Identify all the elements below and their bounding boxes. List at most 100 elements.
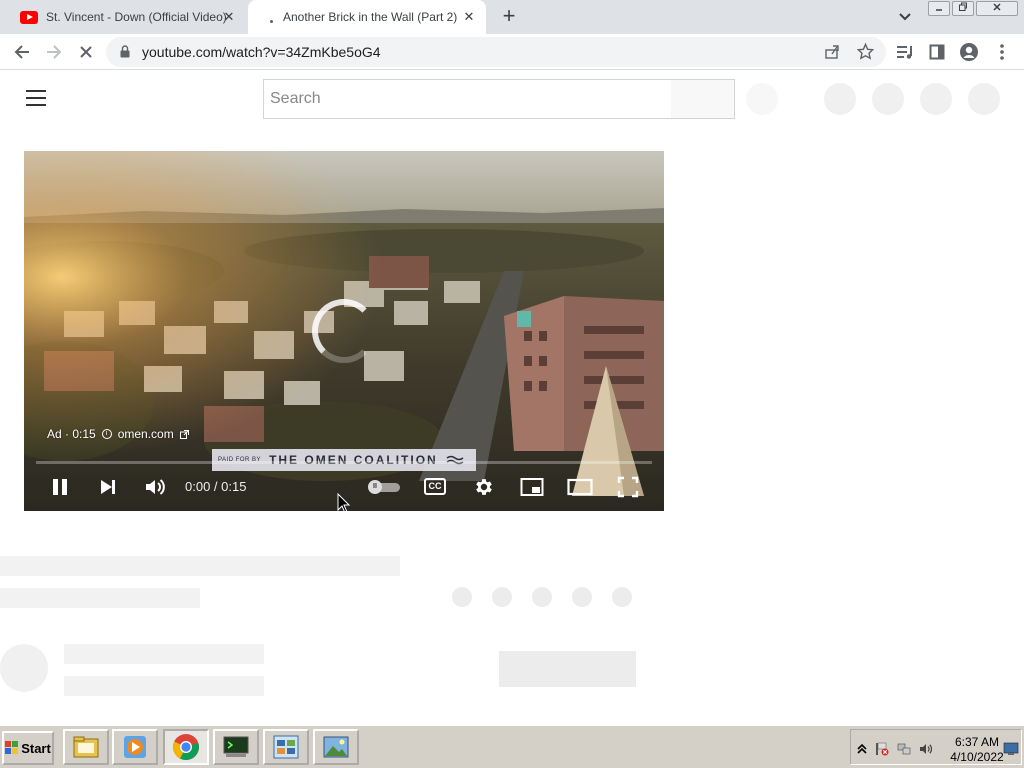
window-close-button[interactable]: [976, 1, 1018, 16]
gear-icon: [476, 479, 492, 495]
back-button[interactable]: [12, 42, 32, 62]
network-computers-icon[interactable]: [897, 742, 911, 756]
action-placeholder-5: [612, 587, 632, 607]
show-desktop-icon[interactable]: [1003, 742, 1019, 756]
side-panel-icon: [929, 44, 945, 60]
masthead-placeholder-2: [872, 83, 904, 115]
close-icon: [80, 46, 92, 58]
taskbar-control-panel[interactable]: [263, 729, 309, 765]
share-icon[interactable]: [824, 44, 840, 60]
close-tab-icon[interactable]: ✕: [222, 10, 236, 24]
tab-another-brick[interactable]: Another Brick in the Wall (Part 2) ✕: [248, 0, 486, 34]
side-panel-button[interactable]: [927, 42, 947, 62]
ad-info-icon[interactable]: i: [101, 429, 112, 439]
time-display: 0:00 / 0:15: [185, 479, 247, 494]
autoplay-toggle[interactable]: II: [368, 480, 400, 494]
tab-title: St. Vincent - Down (Official Video): [46, 10, 226, 24]
window-restore-button[interactable]: [952, 1, 974, 16]
profile-avatar-icon: [960, 43, 978, 61]
volume-icon[interactable]: [919, 742, 933, 756]
views-placeholder: [0, 588, 200, 608]
windows-logo-icon: [5, 741, 19, 754]
media-player-icon: [124, 736, 146, 758]
stop-loading-button[interactable]: [76, 42, 96, 62]
theater-mode-icon: [567, 478, 593, 496]
restore-icon: [959, 2, 967, 11]
address-bar[interactable]: youtube.com/watch?v=34ZmKbe5oG4: [106, 37, 886, 67]
skip-next-icon: [101, 480, 115, 494]
action-placeholder-1: [452, 587, 472, 607]
tab-st-vincent[interactable]: St. Vincent - Down (Official Video) ✕: [12, 0, 246, 34]
action-placeholder-4: [572, 587, 592, 607]
file-manager-icon: [73, 736, 99, 758]
masthead-placeholder-3: [920, 83, 952, 115]
volume-icon: [146, 479, 165, 495]
network-error-flag-icon[interactable]: [875, 742, 889, 756]
close-tab-icon[interactable]: ✕: [462, 10, 476, 24]
channel-name-placeholder: [64, 644, 264, 664]
taskbar: Start 6:37 AM 4/10/2022: [0, 724, 1024, 768]
media-queue-icon: [897, 46, 912, 59]
mouse-cursor-icon: [337, 493, 351, 511]
tray-expand-chevron-icon[interactable]: [855, 742, 869, 756]
close-icon: [993, 3, 1001, 11]
fullscreen-icon: [617, 476, 639, 498]
mute-button[interactable]: [141, 473, 169, 501]
bookmark-star-icon[interactable]: [857, 43, 874, 60]
subscribe-button-placeholder: [499, 651, 636, 687]
masthead-placeholder-1: [824, 83, 856, 115]
voice-search-placeholder[interactable]: [746, 83, 778, 115]
lock-icon[interactable]: [120, 45, 130, 58]
taskbar-image-viewer[interactable]: [313, 729, 359, 765]
loading-spinner-icon: [312, 299, 376, 363]
tab-search-chevron-icon[interactable]: [896, 9, 914, 25]
miniplayer-button[interactable]: [518, 473, 546, 501]
search-input[interactable]: [264, 80, 671, 118]
terminal-icon: [223, 736, 249, 757]
sponsor-name: THE OMEN COALITION: [269, 453, 438, 467]
minimize-icon: [936, 9, 942, 11]
search-button[interactable]: [671, 79, 735, 119]
start-label: Start: [21, 740, 51, 756]
browser-menu-button[interactable]: [992, 42, 1012, 62]
guide-menu-icon[interactable]: [26, 90, 46, 106]
taskbar-chrome[interactable]: [163, 729, 209, 765]
image-viewer-icon: [323, 736, 349, 758]
miniplayer-icon: [520, 478, 544, 496]
taskbar-media-player[interactable]: [112, 729, 158, 765]
tab-title: Another Brick in the Wall (Part 2): [283, 10, 458, 24]
profile-button[interactable]: [959, 42, 979, 62]
settings-button[interactable]: [470, 473, 498, 501]
clock-time[interactable]: 6:37 AM: [947, 735, 1007, 749]
action-placeholder-3: [532, 587, 552, 607]
masthead-placeholder-4: [968, 83, 1000, 115]
subscriber-count-placeholder: [64, 676, 264, 696]
next-button[interactable]: [94, 473, 122, 501]
external-link-icon[interactable]: [179, 429, 189, 439]
forward-button[interactable]: [44, 42, 64, 62]
fullscreen-button[interactable]: [614, 473, 642, 501]
arrow-left-icon: [14, 45, 29, 59]
control-panel-icon: [273, 735, 299, 759]
taskbar-file-manager[interactable]: [63, 729, 109, 765]
new-tab-button[interactable]: +: [498, 5, 520, 28]
clock-date[interactable]: 4/10/2022: [945, 750, 1009, 764]
autoplay-pause-icon: II: [368, 480, 382, 494]
media-control-button[interactable]: [895, 42, 915, 62]
start-button[interactable]: Start: [2, 731, 54, 765]
paid-for-by-banner: PAID FOR BY THE OMEN COALITION: [212, 449, 476, 471]
arrow-right-icon: [47, 45, 62, 59]
progress-bar[interactable]: [36, 461, 652, 464]
pause-button[interactable]: [46, 473, 74, 501]
browser-toolbar: youtube.com/watch?v=34ZmKbe5oG4: [0, 34, 1024, 70]
theater-mode-button[interactable]: [566, 473, 594, 501]
ad-info: Ad · 0:15 i omen.com: [47, 427, 189, 441]
search-box: [263, 79, 672, 119]
video-player[interactable]: Ad · 0:15 i omen.com PAID FOR BY THE OME…: [24, 151, 664, 511]
subtitles-button[interactable]: CC: [424, 478, 446, 495]
window-minimize-button[interactable]: [928, 1, 950, 16]
ad-domain-link[interactable]: omen.com: [118, 427, 174, 441]
channel-avatar-placeholder: [0, 644, 48, 692]
taskbar-terminal[interactable]: [213, 729, 259, 765]
tab-strip: St. Vincent - Down (Official Video) ✕ An…: [0, 0, 1024, 34]
